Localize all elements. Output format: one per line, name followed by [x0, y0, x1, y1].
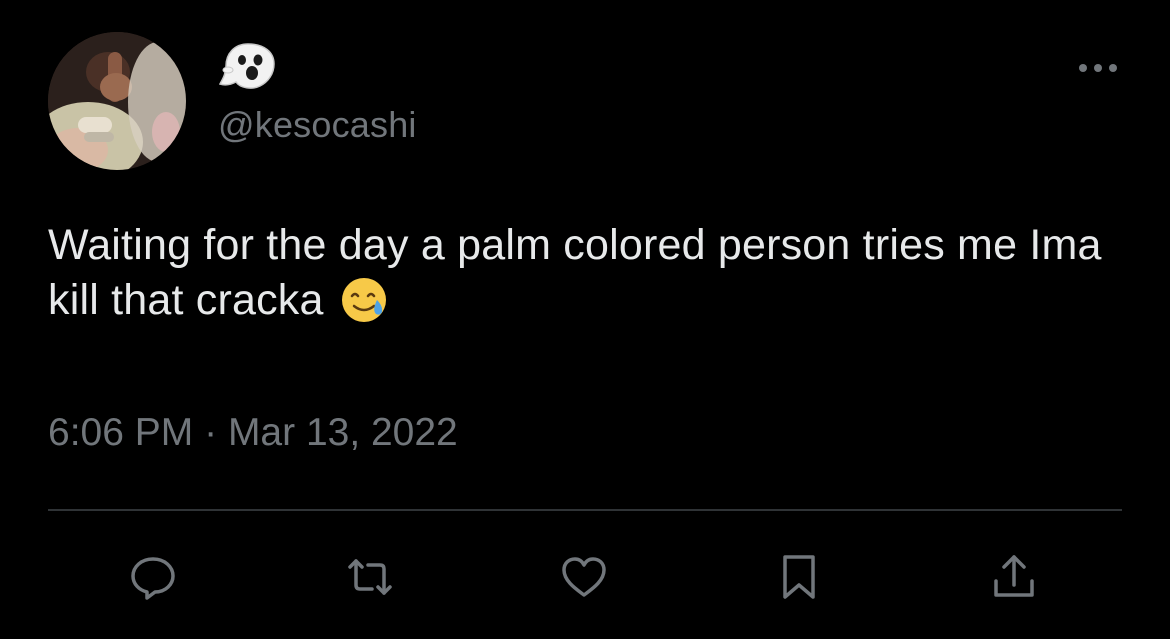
divider: [48, 509, 1122, 511]
tweet-text: Waiting for the day a palm colored perso…: [48, 218, 1118, 338]
retweet-icon[interactable]: [338, 545, 402, 609]
avatar-image: [48, 32, 186, 170]
more-options-icon[interactable]: [1076, 56, 1120, 80]
bookmark-icon[interactable]: [767, 545, 831, 609]
heart-icon[interactable]: [552, 545, 616, 609]
tweet-action-bar: [0, 545, 1170, 615]
smiling-face-with-tear-icon: [340, 276, 388, 338]
timestamp-separator: ·: [204, 411, 218, 454]
tweet-time: 6:06 PM: [48, 411, 194, 454]
share-icon[interactable]: [982, 545, 1046, 609]
user-handle[interactable]: @kesocashi: [218, 104, 417, 146]
tweet-text-body: Waiting for the day a palm colored perso…: [48, 221, 1102, 324]
reply-icon[interactable]: [121, 545, 185, 609]
tweet-timestamp[interactable]: 6:06 PM · Mar 13, 2022: [48, 411, 458, 455]
avatar[interactable]: [48, 32, 186, 170]
display-name-ghost-icon[interactable]: [218, 40, 278, 92]
tweet-date: Mar 13, 2022: [227, 411, 458, 454]
